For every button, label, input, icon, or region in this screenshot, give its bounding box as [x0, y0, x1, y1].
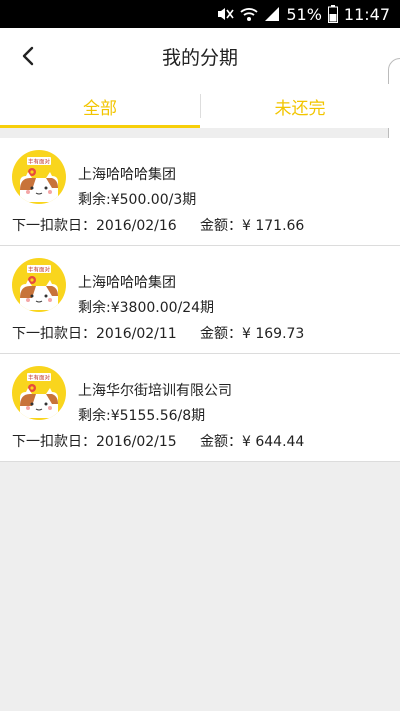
- signal-icon: [264, 6, 280, 22]
- payment-amount: 金额：¥ 169.73: [200, 323, 304, 343]
- remaining-label: 剩余:: [78, 300, 111, 316]
- due-date: 2016/02/15: [96, 434, 177, 450]
- wifi-icon: [240, 6, 258, 22]
- avatar-label: 丰有面对: [28, 374, 51, 382]
- tab-unpaid[interactable]: 未还完: [200, 84, 400, 128]
- remaining-value: ¥5155.56/8期: [110, 408, 206, 424]
- amount-label: 金额：: [200, 434, 242, 450]
- due-label: 下一扣款日：: [12, 434, 96, 450]
- payment-amount: 金额：¥ 171.66: [200, 215, 304, 235]
- list-item[interactable]: 丰有面对 上海哈哈哈集团 剩余:¥500.00/3期 下一扣款日：2016/02…: [0, 138, 400, 246]
- app-header: 我的分期: [0, 28, 400, 84]
- remaining-value: ¥500.00/3期: [110, 192, 197, 208]
- merchant-name: 上海哈哈哈集团: [78, 275, 176, 291]
- tab-all[interactable]: 全部: [0, 84, 200, 128]
- list-item[interactable]: 丰有面对 上海哈哈哈集团 剩余:¥3800.00/24期 下一扣款日：2016/…: [0, 246, 400, 354]
- installment-list: 丰有面对 上海哈哈哈集团 剩余:¥500.00/3期 下一扣款日：2016/02…: [0, 138, 400, 462]
- clock: 11:47: [343, 4, 390, 24]
- due-label: 下一扣款日：: [12, 218, 96, 234]
- amount-value: ¥ 169.73: [242, 326, 305, 342]
- tab-divider: [200, 94, 201, 118]
- merchant-avatar: 丰有面对: [12, 258, 66, 312]
- remaining-balance: 剩余:¥3800.00/24期: [78, 297, 214, 317]
- merchant-name: 上海哈哈哈集团: [78, 167, 176, 183]
- due-date: 2016/02/16: [96, 218, 177, 234]
- status-bar: 51% 11:47: [0, 0, 400, 28]
- amount-label: 金额：: [200, 326, 242, 342]
- next-payment-date: 下一扣款日：2016/02/16: [12, 215, 177, 235]
- tab-bar: 全部 未还完: [0, 84, 400, 128]
- list-item[interactable]: 丰有面对 上海华尔街培训有限公司 剩余:¥5155.56/8期 下一扣款日：20…: [0, 354, 400, 462]
- chevron-left-icon: [22, 46, 34, 66]
- remaining-label: 剩余:: [78, 192, 111, 208]
- battery-icon: [327, 5, 338, 23]
- due-label: 下一扣款日：: [12, 326, 96, 342]
- due-date: 2016/02/11: [96, 326, 177, 342]
- back-button[interactable]: [12, 38, 44, 74]
- mute-icon: [216, 6, 234, 22]
- battery-percent: 51%: [286, 4, 322, 24]
- amount-label: 金额：: [200, 218, 242, 234]
- page-title: 我的分期: [161, 46, 238, 69]
- merchant-avatar: 丰有面对: [12, 366, 66, 420]
- amount-value: ¥ 644.44: [242, 434, 305, 450]
- merchant-name: 上海华尔街培训有限公司: [78, 383, 232, 399]
- payment-amount: 金额：¥ 644.44: [200, 431, 304, 451]
- next-payment-date: 下一扣款日：2016/02/11: [12, 323, 177, 343]
- merchant-avatar: 丰有面对: [12, 150, 66, 204]
- next-payment-date: 下一扣款日：2016/02/15: [12, 431, 177, 451]
- remaining-value: ¥3800.00/24期: [110, 300, 215, 316]
- remaining-label: 剩余:: [78, 408, 111, 424]
- avatar-label: 丰有面对: [28, 266, 51, 274]
- remaining-balance: 剩余:¥500.00/3期: [78, 189, 196, 209]
- avatar-label: 丰有面对: [28, 158, 51, 166]
- amount-value: ¥ 171.66: [242, 218, 305, 234]
- remaining-balance: 剩余:¥5155.56/8期: [78, 405, 205, 425]
